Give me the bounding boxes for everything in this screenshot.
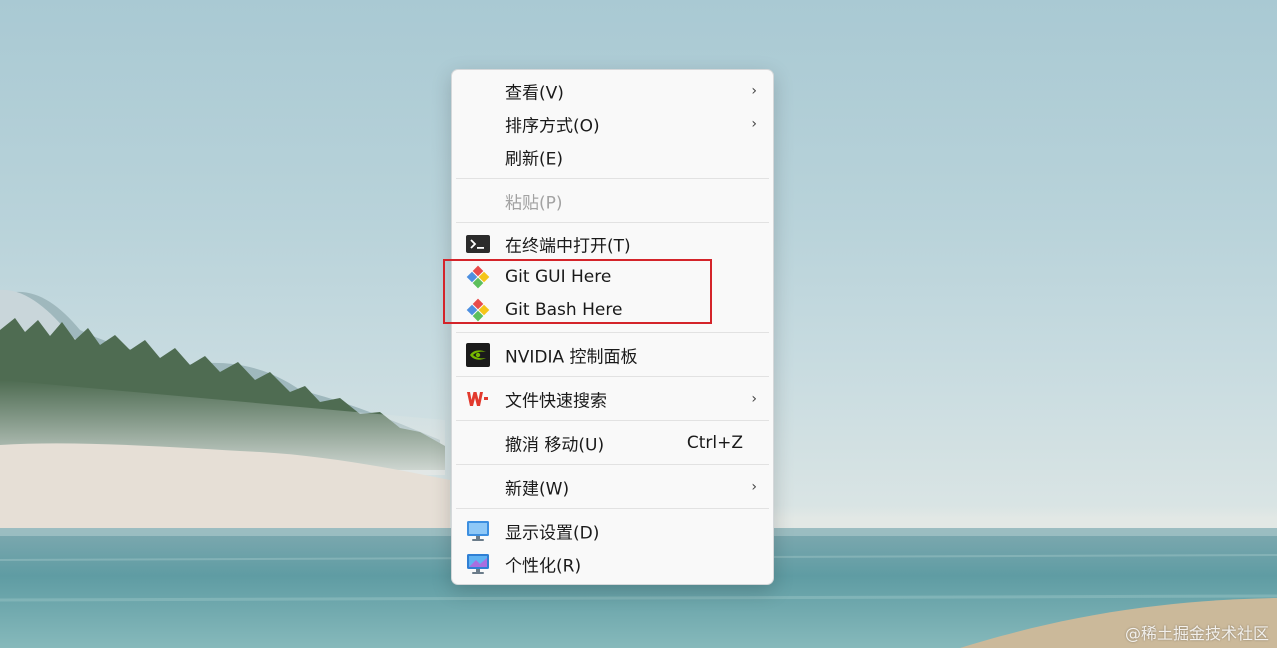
watermark: @稀土掘金技术社区: [1124, 624, 1269, 643]
menu-item-view[interactable]: 查看(V) ›: [456, 75, 769, 107]
menu-item-label: 查看(V): [505, 83, 564, 104]
menu-item-label: 撤消 移动(U): [505, 435, 605, 456]
menu-item-new[interactable]: 新建(W) ›: [456, 471, 769, 503]
menu-separator: [456, 464, 769, 465]
menu-separator: [456, 420, 769, 421]
chevron-right-icon: ›: [751, 116, 757, 132]
menu-separator: [456, 332, 769, 333]
menu-separator: [456, 178, 769, 179]
menu-separator: [456, 376, 769, 377]
nvidia-icon: [466, 343, 490, 367]
menu-item-label: 显示设置(D): [505, 523, 600, 544]
menu-item-sort-by[interactable]: 排序方式(O) ›: [456, 108, 769, 140]
terminal-icon: [466, 232, 490, 256]
menu-item-label: NVIDIA 控制面板: [505, 347, 638, 368]
menu-item-label: 在终端中打开(T): [505, 236, 631, 257]
menu-item-label: 刷新(E): [505, 149, 564, 170]
chevron-right-icon: ›: [751, 83, 757, 99]
menu-item-file-quick-search[interactable]: 文件快速搜索 ›: [456, 383, 769, 415]
menu-item-open-in-terminal[interactable]: 在终端中打开(T): [456, 228, 769, 260]
menu-separator: [456, 222, 769, 223]
menu-item-label: 个性化(R): [505, 556, 582, 577]
menu-item-paste: 粘贴(P): [456, 185, 769, 217]
keyboard-shortcut: Ctrl+Z: [686, 433, 743, 453]
menu-item-label: 文件快速搜索: [505, 391, 607, 412]
menu-item-personalize[interactable]: 个性化(R): [456, 548, 769, 580]
menu-item-label: 排序方式(O): [505, 116, 600, 137]
menu-item-label: 新建(W): [505, 479, 570, 500]
menu-item-display-settings[interactable]: 显示设置(D): [456, 515, 769, 547]
wps-icon: [466, 387, 490, 411]
personalize-icon: [466, 552, 490, 576]
menu-item-undo-move[interactable]: 撤消 移动(U) Ctrl+Z: [456, 427, 769, 459]
display-settings-icon: [466, 519, 490, 543]
context-menu: 查看(V) › 排序方式(O) › 刷新(E) 粘贴(P) 在终端中打开(T) …: [451, 69, 774, 585]
menu-separator: [456, 508, 769, 509]
git-items-highlight: [443, 259, 712, 324]
chevron-right-icon: ›: [751, 479, 757, 495]
chevron-right-icon: ›: [751, 391, 757, 407]
menu-item-refresh[interactable]: 刷新(E): [456, 141, 769, 173]
menu-item-label: 粘贴(P): [505, 193, 563, 214]
menu-item-nvidia-control-panel[interactable]: NVIDIA 控制面板: [456, 339, 769, 371]
